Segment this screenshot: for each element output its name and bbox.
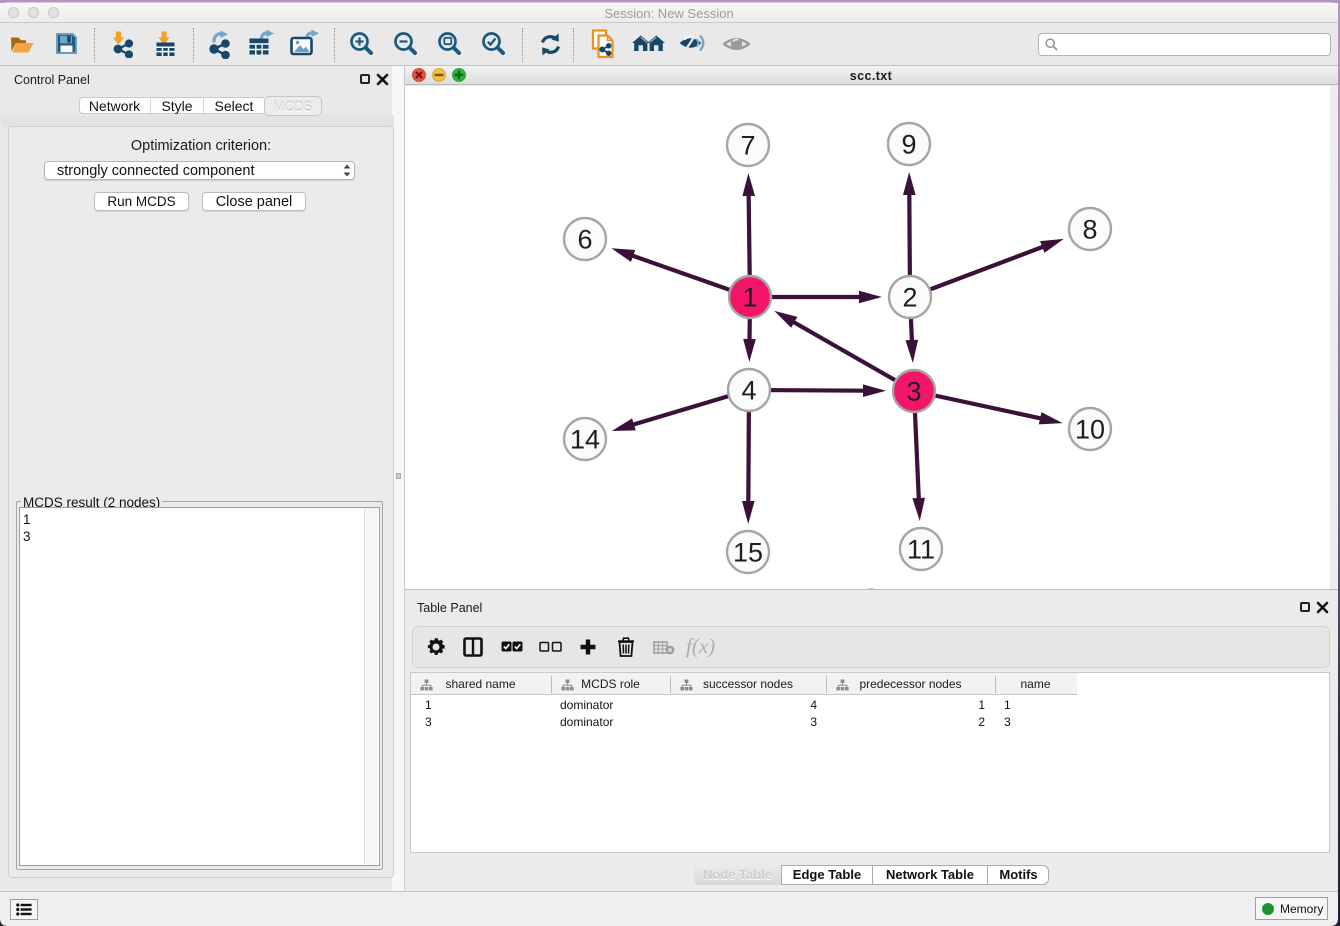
svg-text:8: 8 — [1082, 215, 1097, 245]
svg-text:10: 10 — [1075, 415, 1105, 445]
svg-text:6: 6 — [577, 225, 592, 255]
svg-text:4: 4 — [741, 376, 756, 406]
svg-text:9: 9 — [901, 130, 916, 160]
svg-text:1: 1 — [742, 283, 757, 313]
svg-text:11: 11 — [907, 535, 935, 565]
svg-text:14: 14 — [570, 425, 600, 455]
svg-text:3: 3 — [906, 377, 921, 407]
svg-text:2: 2 — [902, 283, 917, 313]
svg-text:15: 15 — [733, 538, 763, 568]
svg-text:7: 7 — [740, 131, 755, 161]
